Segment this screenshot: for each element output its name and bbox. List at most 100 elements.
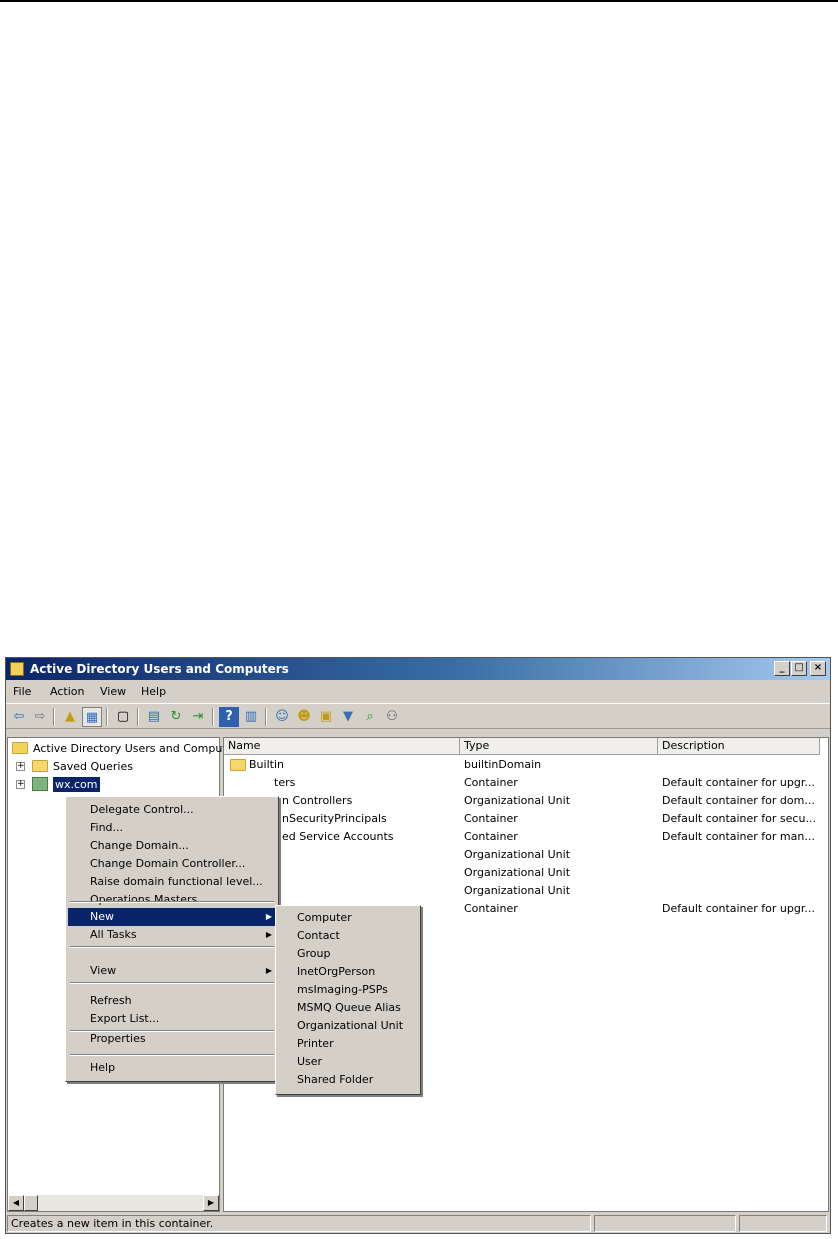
scroll-left-icon[interactable]: ◀ [8,1195,24,1211]
submenu-arrow-icon: ▶ [265,966,272,975]
submenu-item-inetorgperson[interactable]: InetOrgPerson [278,963,418,981]
row-description: Default container for upgr... [662,902,815,915]
forward-arrow-icon[interactable]: ⇨ [30,707,50,727]
title-bar[interactable]: Active Directory Users and Computers _ □… [6,658,830,680]
menu-separator [70,1054,274,1056]
toolbar-separator [265,708,267,726]
menu-item-delegate-control[interactable]: Delegate Control... [68,801,276,819]
tree-horizontal-scrollbar[interactable]: ◀ ▶ [8,1195,219,1211]
new-ou-icon[interactable]: ▣ [316,707,336,727]
menu-file[interactable]: File [13,685,31,698]
toolbar: ⇦ ⇨ ▲ ▦ ▢ ▤ ↻ ⇥ ? ▥ ☺ ☻ ▣ ▼ ⌕ ⚇ [6,703,830,729]
row-type: Container [464,902,518,915]
scroll-right-icon[interactable]: ▶ [203,1195,219,1211]
minimize-button[interactable]: _ [774,661,790,676]
snapin-icon [12,742,28,754]
menu-item-label: New [90,910,114,923]
column-header-type[interactable]: Type [460,738,658,755]
toolbar-separator [212,708,214,726]
menu-item-label: View [90,964,117,977]
tree-item-saved-queries[interactable]: + Saved Queries [8,759,219,775]
menu-separator [70,946,274,948]
row-type: Organizational Unit [464,848,571,861]
new-user-icon[interactable]: ☺ [272,707,292,727]
row-type: Container [464,812,518,825]
row-type: Container [464,830,518,843]
column-header-name[interactable]: Name [224,738,460,755]
up-folder-icon[interactable]: ▲ [60,707,80,727]
expand-plus-icon[interactable]: + [16,780,25,789]
row-type: builtinDomain [464,758,542,771]
submenu-item-msmq-queue-alias[interactable]: MSMQ Queue Alias [278,999,418,1017]
row-name[interactable]: n Controllers [282,794,352,807]
menu-bar: File Action View Help [6,682,830,702]
submenu-arrow-icon: ▶ [265,930,272,939]
menu-item-change-domain[interactable]: Change Domain... [68,837,276,855]
back-arrow-icon[interactable]: ⇦ [9,707,29,727]
submenu-item-msimaging-psps[interactable]: msImaging-PSPs [278,981,418,999]
toolbar-separator [53,708,55,726]
row-type: Container [464,776,518,789]
submenu-item-printer[interactable]: Printer [278,1035,418,1053]
menu-item-view[interactable]: View ▶ [68,962,276,980]
help-icon[interactable]: ? [219,707,239,727]
menu-item-operations-masters[interactable]: Operations Masters... [68,891,276,909]
maximize-button[interactable]: □ [791,661,807,676]
delegate-icon[interactable]: ⚇ [382,707,402,727]
context-menu: Delegate Control... Find... Change Domai… [65,796,279,1082]
row-description: Default container for man... [662,830,815,843]
copy-icon[interactable]: ▢ [113,707,133,727]
tree-root-label: Active Directory Users and Comput [33,742,227,755]
properties-sheet-icon[interactable]: ▤ [144,707,164,727]
submenu-item-computer[interactable]: Computer [278,909,418,927]
submenu-item-shared-folder[interactable]: Shared Folder [278,1071,418,1089]
find-icon[interactable]: ⌕ [360,707,380,727]
menu-item-refresh[interactable]: Refresh [68,992,276,1010]
new-group-icon[interactable]: ☻ [294,707,314,727]
menu-separator [70,901,274,903]
row-name[interactable]: nSecurityPrincipals [282,812,387,825]
show-console-tree-icon[interactable]: ▦ [82,707,102,727]
column-header-description[interactable]: Description [658,738,820,755]
submenu-item-user[interactable]: User [278,1053,418,1071]
menu-view[interactable]: View [100,685,126,698]
status-text: Creates a new item in this container. [7,1215,591,1232]
menu-item-raise-functional-level[interactable]: Raise domain functional level... [68,873,276,891]
row-name[interactable]: Builtin [249,758,284,771]
menu-item-export-list[interactable]: Export List... [68,1010,276,1028]
folder-icon [32,760,48,772]
row-name[interactable]: ters [274,776,295,789]
refresh-icon[interactable]: ↻ [166,707,186,727]
export-list-icon[interactable]: ⇥ [188,707,208,727]
expand-plus-icon[interactable]: + [16,762,25,771]
menu-item-new[interactable]: New ▶ [68,908,276,926]
close-button[interactable]: × [810,661,826,676]
tree-item-label: Saved Queries [53,760,133,773]
toolbar-separator [106,708,108,726]
submenu-item-group[interactable]: Group [278,945,418,963]
submenu-arrow-icon: ▶ [265,912,272,921]
scroll-thumb[interactable] [24,1195,38,1211]
submenu-item-organizational-unit[interactable]: Organizational Unit [278,1017,418,1035]
menu-help[interactable]: Help [141,685,166,698]
filter-icon[interactable]: ▼ [338,707,358,727]
row-name[interactable]: ed Service Accounts [282,830,394,843]
top-rule [0,0,838,2]
row-type: Organizational Unit [464,884,571,897]
status-panel [739,1215,827,1232]
tree-root-item[interactable]: Active Directory Users and Comput [8,741,227,757]
row-type: Organizational Unit [464,794,571,807]
menu-action[interactable]: Action [50,685,84,698]
menu-item-all-tasks[interactable]: All Tasks ▶ [68,926,276,944]
row-description: Default container for secu... [662,812,816,825]
menu-item-change-domain-controller[interactable]: Change Domain Controller... [68,855,276,873]
details-view-icon[interactable]: ▥ [241,707,261,727]
new-submenu: Computer Contact Group InetOrgPerson msI… [275,905,421,1095]
menu-item-help[interactable]: Help [68,1059,276,1077]
menu-item-properties[interactable]: Properties [68,1030,276,1048]
menu-separator [70,982,274,984]
menu-item-find[interactable]: Find... [68,819,276,837]
tree-item-label: wx.com [53,777,100,792]
submenu-item-contact[interactable]: Contact [278,927,418,945]
tree-item-domain[interactable]: + wx.com [8,777,219,793]
